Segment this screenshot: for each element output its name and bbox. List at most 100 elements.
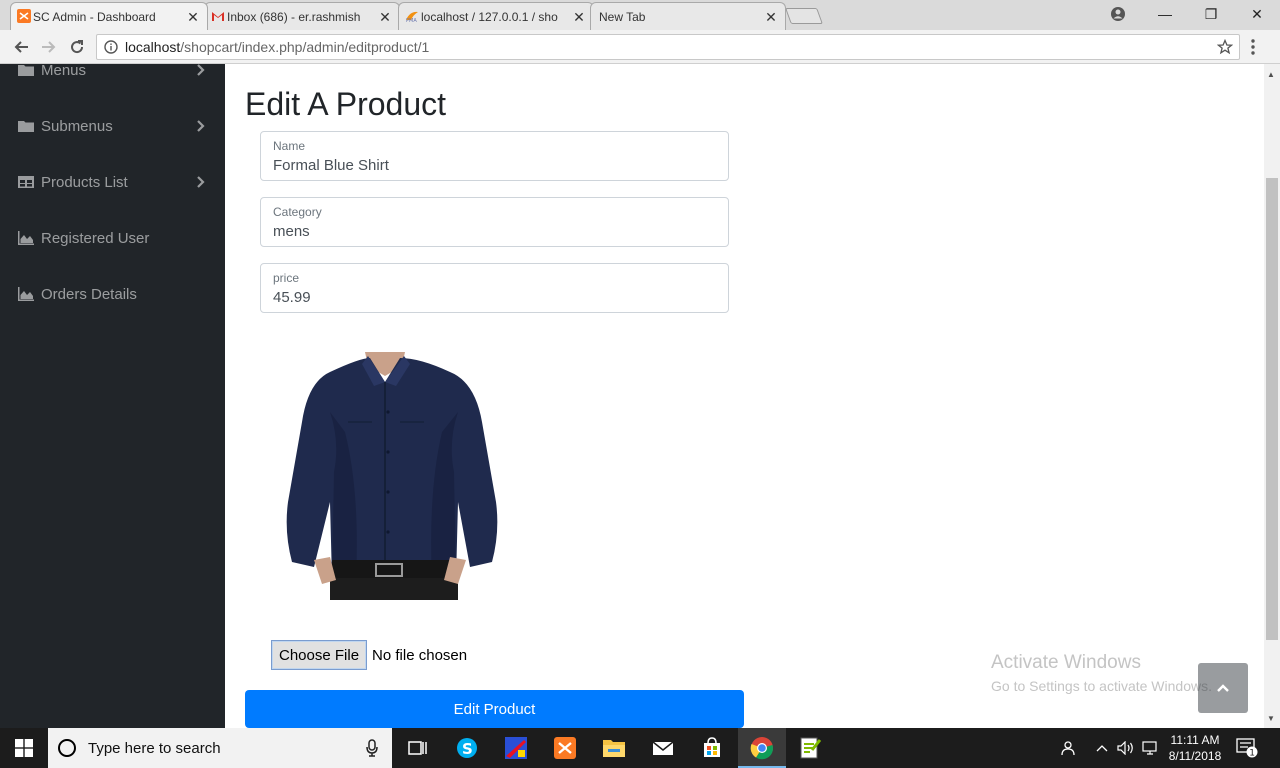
- close-window-icon[interactable]: ✕: [1234, 0, 1280, 28]
- scroll-up-icon[interactable]: ▲: [1267, 70, 1275, 79]
- new-tab-button[interactable]: [785, 8, 823, 24]
- file-status: No file chosen: [372, 646, 468, 664]
- xampp-icon: [17, 9, 31, 23]
- skype-icon[interactable]: S: [453, 734, 481, 762]
- tab-sc-admin[interactable]: SC Admin - Dashboard ✕: [10, 2, 208, 30]
- notepad-plus-icon[interactable]: [796, 734, 824, 762]
- bookmark-star-icon[interactable]: [1217, 39, 1233, 55]
- sidebar-item-products-list[interactable]: Products List: [0, 162, 225, 202]
- taskbar-clock[interactable]: 11:11 AM 8/11/2018: [1160, 732, 1230, 764]
- name-field[interactable]: Name: [260, 131, 729, 181]
- back-to-top-button[interactable]: [1198, 663, 1248, 713]
- category-field[interactable]: Category: [260, 197, 729, 247]
- xampp-taskbar-icon[interactable]: [551, 734, 579, 762]
- back-arrow-icon[interactable]: [10, 36, 32, 58]
- tab-title: SC Admin - Dashboard: [33, 9, 156, 24]
- windows-start-icon[interactable]: [0, 728, 48, 768]
- mail-icon[interactable]: [649, 734, 677, 762]
- close-icon[interactable]: ✕: [187, 9, 199, 26]
- chevron-right-icon: [197, 120, 205, 132]
- chevron-up-tray-icon[interactable]: [1096, 728, 1108, 768]
- main-content: Edit A Product Name Category price: [225, 64, 1265, 728]
- area-chart-icon: [18, 231, 34, 245]
- area-chart-icon: [18, 287, 34, 301]
- watermark-title: Activate Windows: [991, 652, 1141, 673]
- task-view-icon[interactable]: [404, 734, 432, 762]
- action-center-icon[interactable]: 1: [1236, 738, 1258, 758]
- chevron-right-icon: [197, 176, 205, 188]
- choose-file-button[interactable]: Choose File: [271, 640, 368, 670]
- clock-time: 11:11 AM: [1170, 733, 1220, 747]
- scrollbar-thumb[interactable]: [1266, 178, 1278, 640]
- chrome-icon[interactable]: [748, 734, 776, 762]
- sidebar-item-label: Orders Details: [41, 285, 137, 303]
- price-input[interactable]: [273, 289, 713, 306]
- sidebar-item-orders-details[interactable]: Orders Details: [0, 274, 225, 314]
- more-menu-icon[interactable]: [1250, 38, 1256, 56]
- url-host: localhost: [125, 39, 181, 55]
- price-field[interactable]: price: [260, 263, 729, 313]
- close-icon[interactable]: ✕: [573, 9, 585, 26]
- gmail-icon: [212, 12, 224, 21]
- close-icon[interactable]: ✕: [379, 9, 391, 26]
- restore-icon[interactable]: ❐: [1188, 0, 1234, 28]
- activate-windows-watermark: Activate Windows Go to Settings to activ…: [991, 652, 1212, 694]
- url-text: localhost/shopcart/index.php/admin/editp…: [125, 39, 429, 55]
- reload-icon[interactable]: [66, 36, 88, 58]
- notification-count: 1: [1249, 749, 1255, 758]
- product-image: [270, 352, 510, 600]
- sidebar-item-label: Menus: [41, 64, 87, 79]
- category-label: Category: [273, 205, 322, 219]
- file-upload: Choose File No file chosen: [271, 640, 467, 670]
- page-title: Edit A Product: [245, 86, 447, 122]
- watermark-subtitle: Go to Settings to activate Windows.: [991, 678, 1212, 694]
- browser-tab-strip: SC Admin - Dashboard ✕ Inbox (686) - er.…: [0, 0, 1280, 30]
- volume-icon[interactable]: [1117, 728, 1135, 768]
- sidebar-item-label: Submenus: [41, 117, 113, 135]
- sidebar-item-menus[interactable]: Menus: [0, 64, 225, 90]
- paint-app-icon[interactable]: [502, 734, 530, 762]
- store-icon[interactable]: [698, 734, 726, 762]
- folder-icon: [18, 121, 34, 132]
- tab-title: localhost / 127.0.0.1 / sho: [421, 9, 558, 24]
- minimize-icon[interactable]: —: [1142, 0, 1188, 28]
- file-explorer-icon[interactable]: [600, 734, 628, 762]
- table-icon: [18, 176, 34, 188]
- sidebar-item-registered-user[interactable]: Registered User: [0, 218, 225, 258]
- taskbar-search[interactable]: Type here to search: [48, 728, 392, 768]
- network-icon[interactable]: [1142, 728, 1160, 768]
- cortana-icon: [58, 739, 76, 757]
- category-input[interactable]: [273, 223, 713, 240]
- sidebar-item-label: Registered User: [41, 229, 150, 247]
- info-icon[interactable]: [104, 40, 118, 54]
- sidebar-item-submenus[interactable]: Submenus: [0, 106, 225, 146]
- scroll-down-icon[interactable]: ▼: [1267, 714, 1275, 723]
- windows-taskbar: Type here to search S 11:11 AM 8/11/2018…: [0, 728, 1280, 768]
- price-label: price: [273, 271, 300, 285]
- forward-arrow-icon[interactable]: [38, 36, 60, 58]
- name-label: Name: [273, 139, 306, 153]
- sidebar-item-label: Products List: [41, 173, 128, 191]
- name-input[interactable]: [273, 157, 713, 174]
- search-placeholder: Type here to search: [88, 739, 221, 757]
- close-icon[interactable]: ✕: [765, 9, 777, 26]
- chevron-up-icon: [1217, 684, 1229, 692]
- clock-date: 8/11/2018: [1168, 749, 1222, 763]
- svg-text:PMA: PMA: [406, 18, 417, 23]
- edit-product-button[interactable]: Edit Product: [245, 690, 744, 728]
- tab-phpmyadmin[interactable]: PMA localhost / 127.0.0.1 / sho ✕: [398, 2, 594, 30]
- folder-icon: [18, 65, 34, 76]
- address-bar[interactable]: localhost/shopcart/index.php/admin/editp…: [96, 34, 1240, 60]
- profile-icon[interactable]: [1110, 6, 1126, 22]
- tab-title: New Tab: [599, 9, 646, 24]
- tab-gmail[interactable]: Inbox (686) - er.rashmish ✕: [204, 2, 400, 30]
- people-icon[interactable]: [1058, 728, 1076, 768]
- browser-toolbar: localhost/shopcart/index.php/admin/editp…: [0, 30, 1280, 64]
- chevron-right-icon: [197, 64, 205, 76]
- tab-title: Inbox (686) - er.rashmish: [227, 9, 361, 24]
- microphone-icon[interactable]: [366, 739, 378, 757]
- sidebar: Menus Submenus Products List Registered …: [0, 64, 225, 728]
- tab-new-tab[interactable]: New Tab ✕: [590, 2, 786, 30]
- url-path: /shopcart/index.php/admin/editproduct/1: [180, 39, 430, 55]
- svg-text:S: S: [462, 740, 473, 758]
